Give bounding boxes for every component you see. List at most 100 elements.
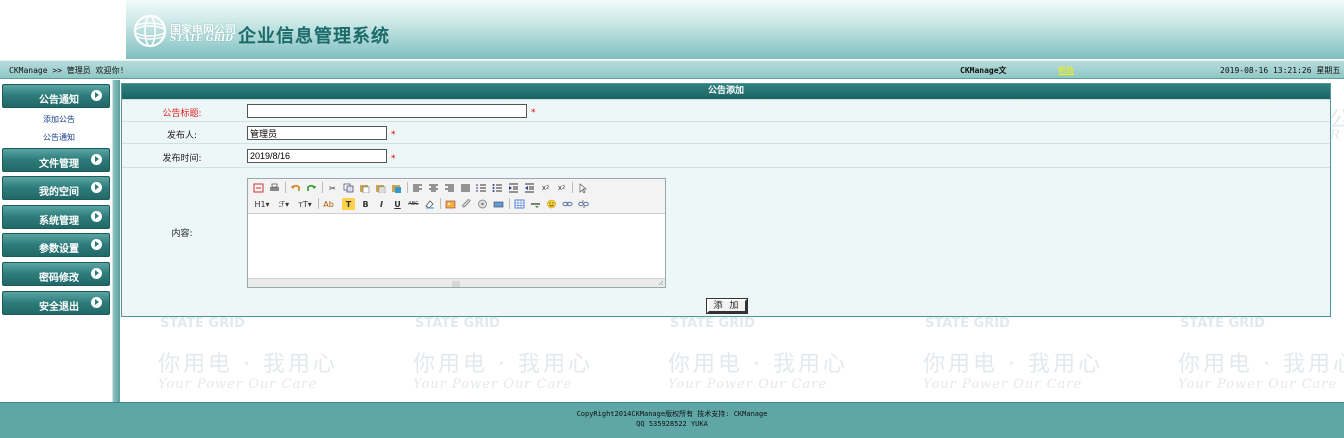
chevron-right-icon: [91, 154, 102, 165]
resize-handle-icon: [452, 281, 460, 287]
header: 国家电网公司 STATE GRID 企业信息管理系统: [0, 0, 1344, 59]
heading-dropdown[interactable]: H1 ▾: [252, 198, 272, 210]
font-family-dropdown[interactable]: ℱ ▾: [275, 198, 293, 210]
ordered-list-icon[interactable]: [475, 182, 488, 194]
chevron-right-icon: [91, 268, 102, 279]
paste-word-icon[interactable]: [390, 182, 403, 194]
breadcrumb: CKManage >> 管理员 欢迎你!: [9, 66, 125, 75]
watermark-slogan-en: Your Power Our Care: [158, 377, 318, 392]
font-size-dropdown[interactable]: тT ▾: [296, 198, 314, 210]
attachment-icon[interactable]: [460, 198, 473, 210]
print-icon[interactable]: [268, 182, 281, 194]
form-row-publisher: 发布人: *: [122, 121, 1330, 143]
chevron-right-icon: [91, 211, 102, 222]
submenu-add-notice[interactable]: 添加公告: [43, 114, 75, 125]
select-icon[interactable]: [576, 182, 589, 194]
align-right-icon[interactable]: [443, 182, 456, 194]
outdent-icon[interactable]: [523, 182, 536, 194]
sidebar-item-label: 公告通知: [39, 95, 79, 106]
paste-text-icon[interactable]: [374, 182, 387, 194]
watermark-slogan: 你用电 · 我用心: [668, 352, 848, 377]
sidebar-item-parameters[interactable]: 参数设置: [2, 233, 110, 257]
editor-resize-bar[interactable]: [248, 278, 665, 287]
watermark-slogan: 你用电 · 我用心: [413, 352, 593, 377]
paste-icon[interactable]: [358, 182, 371, 194]
footer: CopyRight2014CKManage版权所有 技术支持: CKManage…: [0, 402, 1344, 438]
sidebar-item-files[interactable]: 文件管理: [2, 148, 110, 172]
required-mark: *: [391, 130, 396, 140]
horizontal-rule-icon[interactable]: [529, 198, 542, 210]
watermark-brand: STATE GRID: [925, 316, 1010, 331]
strikethrough-icon[interactable]: ABC: [407, 198, 420, 210]
sidebar-item-label: 文件管理: [39, 159, 79, 170]
toolbar-separator: [440, 198, 441, 209]
watermark-slogan-en: Your Power Our Care: [668, 377, 828, 392]
font-color-icon[interactable]: Ab: [322, 198, 335, 210]
watermark-slogan: 你用电 · 我用心: [923, 352, 1103, 377]
align-center-icon[interactable]: [427, 182, 440, 194]
indent-icon[interactable]: [507, 182, 520, 194]
toolbar-separator: [285, 182, 286, 193]
toolbar-separator: [572, 182, 573, 193]
highlight-icon[interactable]: T: [342, 198, 355, 210]
editor-content-area[interactable]: [248, 214, 665, 278]
watermark-brand: STATE GRID: [670, 316, 755, 331]
watermark-brand: STATE GRID: [415, 316, 500, 331]
date-input[interactable]: [247, 149, 387, 163]
submit-button[interactable]: 添 加: [706, 298, 748, 314]
chevron-right-icon: [91, 182, 102, 193]
user-label: CKManage文: [960, 66, 1007, 75]
align-justify-icon[interactable]: [459, 182, 472, 194]
title-input[interactable]: [247, 104, 527, 118]
toolbar-separator: [318, 198, 319, 209]
sidebar-item-password[interactable]: 密码修改: [2, 262, 110, 286]
flash-icon[interactable]: [492, 198, 505, 210]
help-link[interactable]: 帮助: [1058, 65, 1074, 76]
publisher-input[interactable]: [247, 126, 387, 140]
sidebar-item-my-space[interactable]: 我的空间: [2, 176, 110, 200]
cut-icon[interactable]: ✂: [326, 182, 339, 194]
contact-text: QQ 535928522 YUKA: [636, 420, 708, 428]
underline-icon[interactable]: U: [391, 198, 404, 210]
notice-add-form: 公告添加 公告标题: * 发布人: * 发布时间: * 内容: *: [121, 83, 1331, 317]
chevron-right-icon: [91, 297, 102, 308]
font-text: ℱ: [278, 199, 286, 209]
superscript-icon[interactable]: x2: [555, 182, 568, 194]
sidebar-item-system[interactable]: 系统管理: [2, 205, 110, 229]
copyright-text: CopyRight2014CKManage版权所有 技术支持: CKManage: [576, 410, 768, 418]
sidebar-item-notice[interactable]: 公告通知: [2, 84, 110, 108]
heading-text: H1: [254, 199, 266, 209]
required-mark: *: [391, 154, 396, 164]
watermark-slogan: 你用电 · 我用心: [158, 352, 338, 377]
watermark-slogan-en: Your Power Our Care: [1178, 377, 1338, 392]
eraser-icon[interactable]: [423, 198, 436, 210]
watermark-edge-en: R: [1330, 128, 1341, 143]
sidebar-item-label: 安全退出: [39, 302, 79, 313]
state-grid-logo-icon: [133, 14, 167, 48]
sidebar-divider: [113, 80, 120, 402]
table-icon[interactable]: [513, 198, 526, 210]
sidebar: 公告通知 添加公告 公告通知 文件管理 我的空间 系统管理 参数设置 密码修改 …: [0, 80, 113, 402]
submenu-notice-list[interactable]: 公告通知: [43, 132, 75, 143]
sidebar-item-logout[interactable]: 安全退出: [2, 291, 110, 315]
sidebar-item-label: 系统管理: [39, 216, 79, 227]
link-icon[interactable]: [561, 198, 574, 210]
subscript-icon[interactable]: x2: [539, 182, 552, 194]
watermark-slogan-en: Your Power Our Care: [413, 377, 573, 392]
italic-icon[interactable]: I: [375, 198, 388, 210]
emoticon-icon[interactable]: [545, 198, 558, 210]
media-icon[interactable]: [476, 198, 489, 210]
sidebar-item-label: 我的空间: [39, 187, 79, 198]
image-icon[interactable]: [444, 198, 457, 210]
unordered-list-icon[interactable]: [491, 182, 504, 194]
sidebar-item-label: 参数设置: [39, 244, 79, 255]
copy-icon[interactable]: [342, 182, 355, 194]
unlink-icon[interactable]: [577, 198, 590, 210]
toolbar-separator: [509, 198, 510, 209]
undo-icon[interactable]: [289, 182, 302, 194]
fullscreen-icon[interactable]: [252, 182, 265, 194]
align-left-icon[interactable]: [411, 182, 424, 194]
header-blank-area: [0, 0, 126, 59]
redo-icon[interactable]: [305, 182, 318, 194]
bold-icon[interactable]: B: [359, 198, 372, 210]
